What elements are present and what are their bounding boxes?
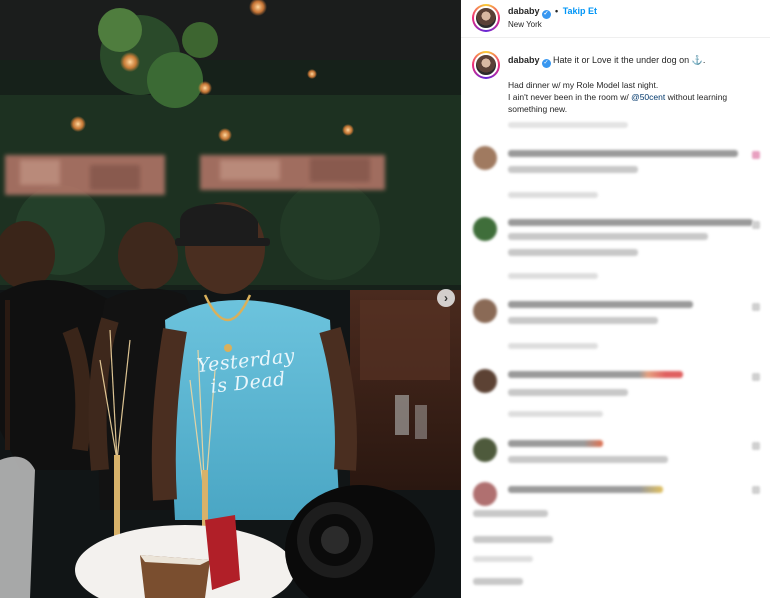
comment-avatar[interactable] (473, 369, 497, 393)
comment-text-blurred (508, 456, 668, 463)
comment-text-blurred (508, 150, 738, 157)
comment-text-blurred (473, 578, 523, 585)
comment-meta-blurred (508, 273, 598, 279)
comment-text-blurred (508, 301, 693, 308)
comment-text-blurred (508, 233, 708, 240)
verified-badge-icon: ✓ (541, 10, 551, 19)
party-scene (0, 0, 461, 598)
comment-text-blurred (508, 371, 683, 378)
next-photo-button[interactable]: › (437, 289, 455, 307)
comment-text-blurred (508, 440, 603, 447)
verified-badge-icon: ✓ (541, 59, 551, 68)
like-icon[interactable] (752, 442, 760, 450)
caption-avatar[interactable] (472, 51, 500, 79)
caption-line-3-prefix: I ain't never been in the room w/ (508, 92, 629, 102)
comment-text-blurred (473, 510, 548, 517)
header-username[interactable]: dababy (508, 6, 540, 16)
comment-text-blurred (508, 249, 638, 256)
comment-text-blurred (508, 486, 663, 493)
location-link[interactable]: New York (508, 20, 542, 29)
caption-line-2: Had dinner w/ my Role Model last night. (508, 80, 659, 90)
like-icon[interactable] (752, 221, 760, 229)
caption-body: Had dinner w/ my Role Model last night. … (508, 79, 763, 115)
caption-period: . (702, 55, 706, 65)
separator-dot: • (555, 6, 559, 16)
like-icon[interactable] (752, 151, 760, 159)
comment-text-blurred (508, 219, 753, 226)
follow-button[interactable]: Takip Et (563, 6, 597, 16)
post-side-panel: dababy ✓ • Takip Et New York dababy ✓ Hate… (461, 0, 770, 598)
comment-avatar[interactable] (473, 299, 497, 323)
avatar[interactable] (472, 4, 500, 32)
comment-text-blurred (473, 536, 553, 543)
caption-username[interactable]: dababy (508, 55, 540, 65)
comment-meta-blurred (473, 556, 533, 562)
comment-text-blurred (508, 317, 658, 324)
comment-text-blurred (508, 389, 628, 396)
comment-text-blurred (508, 166, 638, 173)
caption-first-line: Hate it or Love it the under dog on (553, 55, 690, 65)
post-photo: Yesterday is Dead › (0, 0, 461, 598)
like-icon[interactable] (752, 303, 760, 311)
comment-meta-blurred (508, 343, 598, 349)
anchor-emoji: ⚓ (691, 55, 703, 65)
comment-avatar[interactable] (473, 438, 497, 462)
comment-avatar[interactable] (473, 217, 497, 241)
like-icon[interactable] (752, 373, 760, 381)
like-icon[interactable] (752, 486, 760, 494)
comment-avatar[interactable] (473, 482, 497, 506)
comment-meta-blurred (508, 411, 603, 417)
comment-avatar[interactable] (473, 146, 497, 170)
post-header: dababy ✓ • Takip Et New York (461, 0, 770, 38)
mention-link[interactable]: @50cent (631, 92, 665, 102)
comment-meta-blurred (508, 192, 598, 198)
chevron-right-icon: › (444, 291, 448, 305)
caption-timestamp-blurred (508, 122, 628, 128)
